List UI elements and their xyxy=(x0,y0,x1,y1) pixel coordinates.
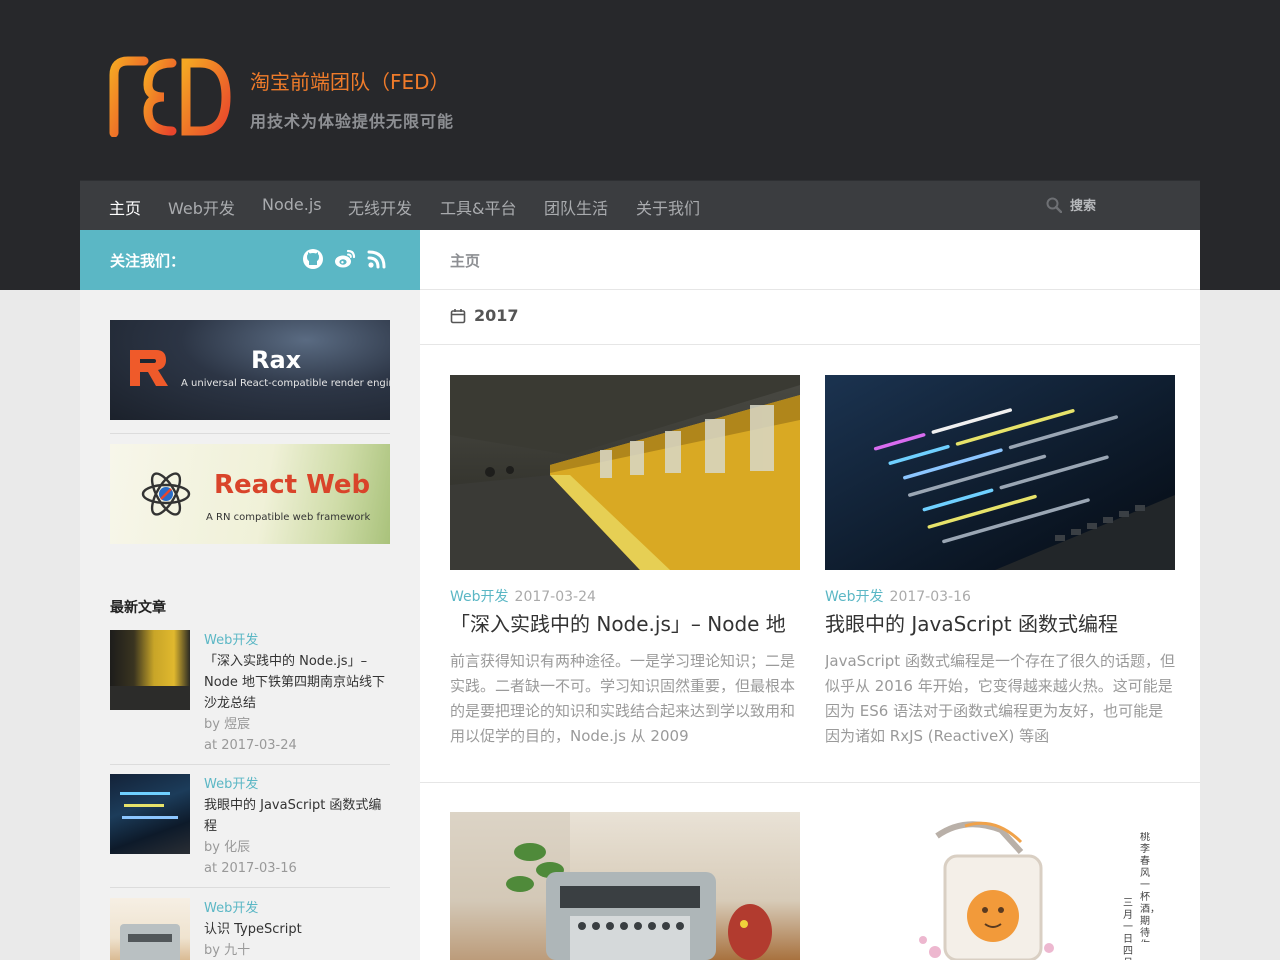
post-meta: Web开发 2017-03-16 xyxy=(825,586,971,606)
sidebar-divider xyxy=(110,433,390,434)
list-item: Web开发 「深入实践中的 Node.js」– Node 地下铁第四期南京站线下… xyxy=(110,630,390,754)
react-web-banner[interactable]: React Web A RN compatible web framework xyxy=(110,444,390,544)
recent-post-thumbnail[interactable] xyxy=(110,898,190,960)
post-date: 2017-03-16 xyxy=(889,589,971,605)
post-card: Web开发 2017-03-24 「深入实践中的 Node.js」– Node 地… xyxy=(450,375,800,755)
recent-post-title[interactable]: 我眼中的 JavaScript 函数式编程 xyxy=(204,795,390,837)
post-title[interactable]: 「深入实践中的 Node.js」– Node 地 xyxy=(450,608,800,637)
post-card: Web开发 2017-03-16 我眼中的 JavaScript 函数式编程 Ja… xyxy=(825,375,1175,755)
post-excerpt: JavaScript 函数式编程是一个存在了很久的话题，但似乎从 2016 年开… xyxy=(825,652,1175,745)
post-image[interactable] xyxy=(450,812,800,960)
recent-posts-title: 最新文章 xyxy=(110,600,166,616)
post-image[interactable] xyxy=(450,375,800,570)
post-excerpt: 前言获得知识有两种途径。一是学习理论知识；二是实践。二者缺一不可。学习知识固然重… xyxy=(450,652,796,745)
archive-heading: 2017 xyxy=(450,306,519,325)
poster-date: 三月一日 四月十 xyxy=(1123,898,1133,960)
sidebar-divider xyxy=(110,887,390,888)
sidebar-divider xyxy=(110,764,390,765)
post-category[interactable]: Web开发 xyxy=(825,589,884,605)
post-meta: Web开发 2017-03-24 xyxy=(450,586,596,606)
react-web-banner-title: React Web xyxy=(214,470,371,500)
recent-post-author: by 煜宸 xyxy=(204,717,251,732)
react-atom-icon xyxy=(141,472,191,516)
fed-logo[interactable] xyxy=(108,55,232,137)
divider xyxy=(420,344,1200,345)
search-button[interactable]: 搜索 xyxy=(1046,195,1096,214)
breadcrumb: 主页 xyxy=(450,252,481,270)
post-date: 2017-03-24 xyxy=(514,589,596,605)
recent-post-thumbnail[interactable] xyxy=(110,630,190,710)
recent-post-author: by 九十 xyxy=(204,943,251,958)
archive-year: 2017 xyxy=(474,306,519,325)
nav-item-web[interactable]: Web开发 xyxy=(168,195,235,219)
follow-label: 关注我们： xyxy=(110,252,186,270)
search-icon xyxy=(1046,197,1062,213)
nav-item-about[interactable]: 关于我们 xyxy=(636,195,700,219)
main-nav: 主页 Web开发 Node.js 无线开发 工具&平台 团队生活 关于我们 搜索 xyxy=(80,180,1200,230)
recent-post-author: by 化辰 xyxy=(204,840,251,855)
weibo-icon[interactable] xyxy=(334,248,356,270)
main-content: 主页 2017 Web开发 2017-03-24 「深入实践中的 Node.js… xyxy=(420,230,1200,960)
recent-post-category[interactable]: Web开发 xyxy=(204,630,390,651)
nav-item-tools[interactable]: 工具&平台 xyxy=(440,195,516,219)
post-image[interactable] xyxy=(825,375,1175,570)
sidebar: Rax A universal React-compatible render … xyxy=(80,290,420,960)
site-header: 淘宝前端团队（FED） 用技术为体验提供无限可能 xyxy=(80,0,1200,180)
list-item: Web开发 我眼中的 JavaScript 函数式编程 by 化辰 at 201… xyxy=(110,774,390,876)
follow-us-bar: 关注我们： xyxy=(80,230,420,290)
rax-banner[interactable]: Rax A universal React-compatible render … xyxy=(110,320,390,420)
site-description: 用技术为体验提供无限可能 xyxy=(250,112,455,131)
site-title[interactable]: 淘宝前端团队（FED） xyxy=(250,66,450,95)
recent-post-category[interactable]: Web开发 xyxy=(204,774,390,795)
nav-item-nodejs[interactable]: Node.js xyxy=(262,195,322,214)
recent-post-title[interactable]: 「深入实践中的 Node.js」– Node 地下铁第四期南京站线下沙龙总结 xyxy=(204,651,390,714)
list-item: Web开发 认识 TypeScript by 九十 xyxy=(110,898,390,960)
post-category[interactable]: Web开发 xyxy=(450,589,509,605)
search-label: 搜索 xyxy=(1070,199,1097,214)
react-web-banner-subtitle: A RN compatible web framework xyxy=(206,512,371,523)
rss-icon[interactable] xyxy=(366,248,388,270)
nav-item-mobile[interactable]: 无线开发 xyxy=(348,195,412,219)
post-card xyxy=(450,812,800,960)
divider xyxy=(420,782,1200,783)
post-card: 桃李春风一杯酒，期待你的到来 三月一日 四月十 xyxy=(825,812,1175,960)
recent-post-title[interactable]: 认识 TypeScript xyxy=(204,919,390,940)
poster-caption: 桃李春风一杯酒，期待你的到来 xyxy=(1140,832,1154,942)
rax-logo-icon xyxy=(130,350,168,386)
recent-post-thumbnail[interactable] xyxy=(110,774,190,854)
nav-item-home[interactable]: 主页 xyxy=(109,195,141,219)
rax-banner-subtitle: A universal React-compatible render engi… xyxy=(181,378,390,389)
post-title[interactable]: 我眼中的 JavaScript 函数式编程 xyxy=(825,608,1175,637)
post-image[interactable]: 桃李春风一杯酒，期待你的到来 三月一日 四月十 xyxy=(825,812,1175,960)
divider xyxy=(420,289,1200,290)
recent-post-date: at 2017-03-16 xyxy=(204,861,297,876)
social-links xyxy=(302,248,388,270)
recent-post-category[interactable]: Web开发 xyxy=(204,898,390,919)
github-icon[interactable] xyxy=(302,248,324,270)
recent-post-date: at 2017-03-24 xyxy=(204,738,297,753)
calendar-icon xyxy=(450,308,466,323)
rax-banner-title: Rax xyxy=(251,346,302,374)
nav-item-team-life[interactable]: 团队生活 xyxy=(544,195,608,219)
